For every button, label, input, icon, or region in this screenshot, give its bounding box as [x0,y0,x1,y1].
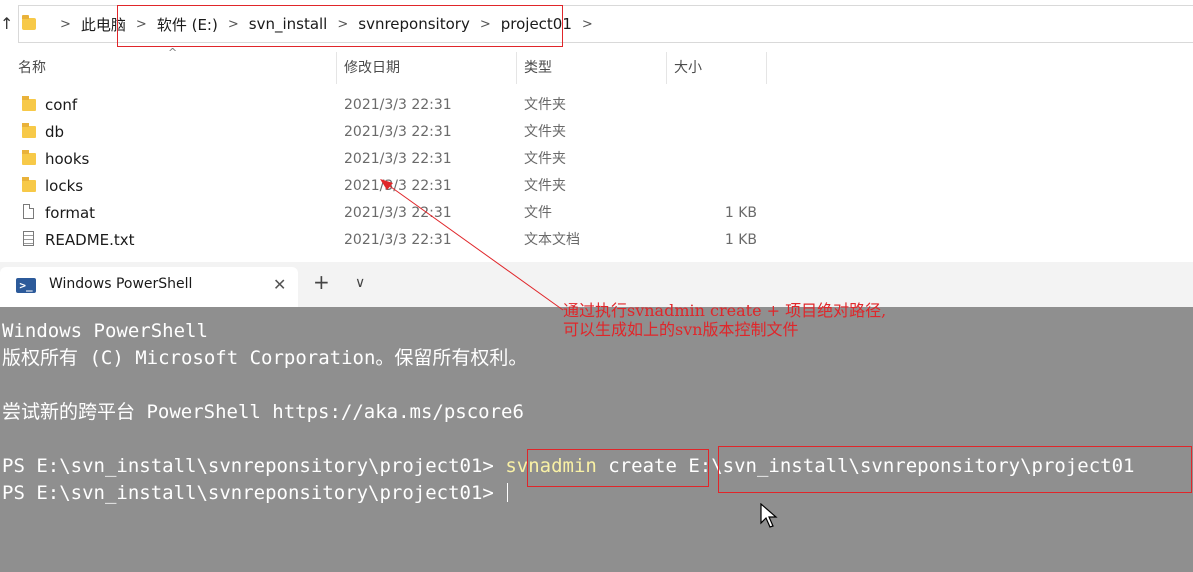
annotation-arrow [380,179,564,311]
mouse-pointer-icon [760,503,778,528]
